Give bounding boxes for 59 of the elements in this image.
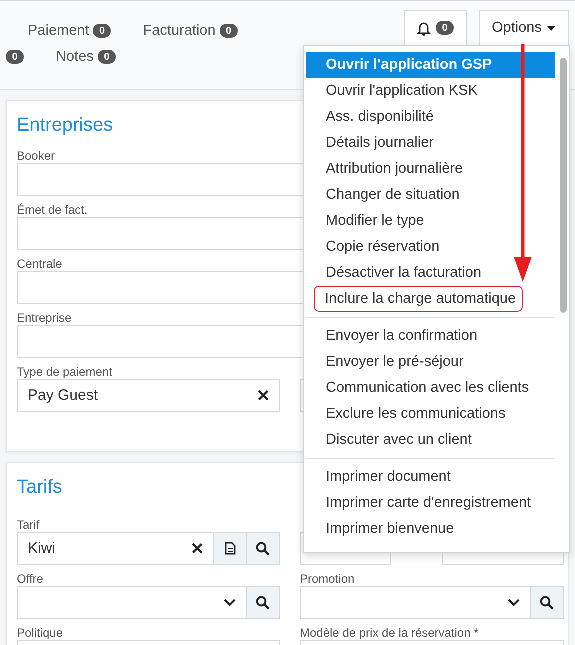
- search-icon: [540, 596, 554, 610]
- options-button[interactable]: Options: [479, 10, 569, 46]
- menu-item[interactable]: Ouvrir l'application GSP: [306, 52, 555, 78]
- menu-item[interactable]: Exclure les communications: [306, 401, 555, 427]
- menu-item[interactable]: Désactiver la facturation: [306, 260, 555, 286]
- menu-item[interactable]: Modifier le type: [306, 208, 555, 234]
- field-label: Tarif: [17, 518, 40, 532]
- field-label: Entreprise: [17, 311, 72, 325]
- search-button[interactable]: [530, 587, 563, 618]
- menu-item[interactable]: Envoyer le pré-séjour: [306, 349, 555, 375]
- search-button[interactable]: [246, 533, 279, 564]
- field-label: Émet de fact.: [17, 203, 88, 217]
- bell-icon: [417, 20, 432, 36]
- section-title: Tarifs: [17, 477, 62, 499]
- field-label: Politique: [17, 626, 64, 640]
- select-field[interactable]: Kiwi: [17, 532, 280, 565]
- clear-icon[interactable]: [258, 390, 269, 401]
- menu-item[interactable]: Attribution journalière: [306, 156, 555, 182]
- field-label: Offre: [17, 572, 44, 586]
- menu-item[interactable]: Ass. disponibilité: [306, 104, 555, 130]
- field-label: Modèle de prix de la réservation *: [300, 626, 479, 640]
- tab[interactable]: Notes 0: [56, 49, 116, 65]
- caret-icon: [547, 26, 556, 30]
- chevron-down-icon: [508, 598, 520, 606]
- count-badge: 0: [98, 50, 116, 64]
- field-label: Type de paiement: [17, 365, 112, 379]
- field-label: Booker: [17, 149, 56, 163]
- count-badge: 0: [436, 21, 454, 35]
- count-badge: 0: [93, 24, 112, 38]
- count-badge: 0: [220, 24, 238, 38]
- tab[interactable]: Paiement 0: [28, 23, 112, 39]
- notifications-button[interactable]: 0: [404, 10, 468, 46]
- tab[interactable]: Facturation 0: [143, 23, 238, 39]
- menu-item[interactable]: Imprimer bienvenue: [306, 516, 555, 542]
- search-icon: [256, 596, 270, 610]
- menu-item[interactable]: Envoyer la confirmation: [306, 323, 555, 349]
- menu-item[interactable]: Détails journalier: [306, 130, 555, 156]
- chevron-down-icon: [224, 598, 236, 606]
- menu-item[interactable]: Ouvrir l'application KSK: [306, 78, 555, 104]
- document-icon: [224, 542, 236, 555]
- select-field[interactable]: Pay Guest: [17, 379, 280, 412]
- menu-item[interactable]: Inclure la charge automatique: [314, 286, 523, 312]
- count-badge[interactable]: 0: [6, 50, 24, 64]
- clear-icon[interactable]: [192, 543, 203, 554]
- menu-item[interactable]: Imprimer carte d'enregistrement: [306, 490, 555, 516]
- field-label: Promotion: [300, 572, 355, 586]
- menu-item[interactable]: Changer de situation: [306, 182, 555, 208]
- select-field[interactable]: [17, 586, 280, 619]
- field-label: Centrale: [17, 257, 62, 271]
- section-title: Entreprises: [17, 115, 114, 137]
- scrollbar-thumb[interactable]: [560, 58, 567, 313]
- menu-item[interactable]: Copie réservation: [306, 234, 555, 260]
- document-button[interactable]: [213, 533, 246, 564]
- search-icon: [256, 542, 270, 556]
- search-button[interactable]: [246, 587, 279, 618]
- menu-item[interactable]: Communication avec les clients: [306, 375, 555, 401]
- menu-item[interactable]: Imprimer document: [306, 464, 555, 490]
- select-field[interactable]: [300, 586, 564, 619]
- menu-item[interactable]: Discuter avec un client: [306, 427, 555, 453]
